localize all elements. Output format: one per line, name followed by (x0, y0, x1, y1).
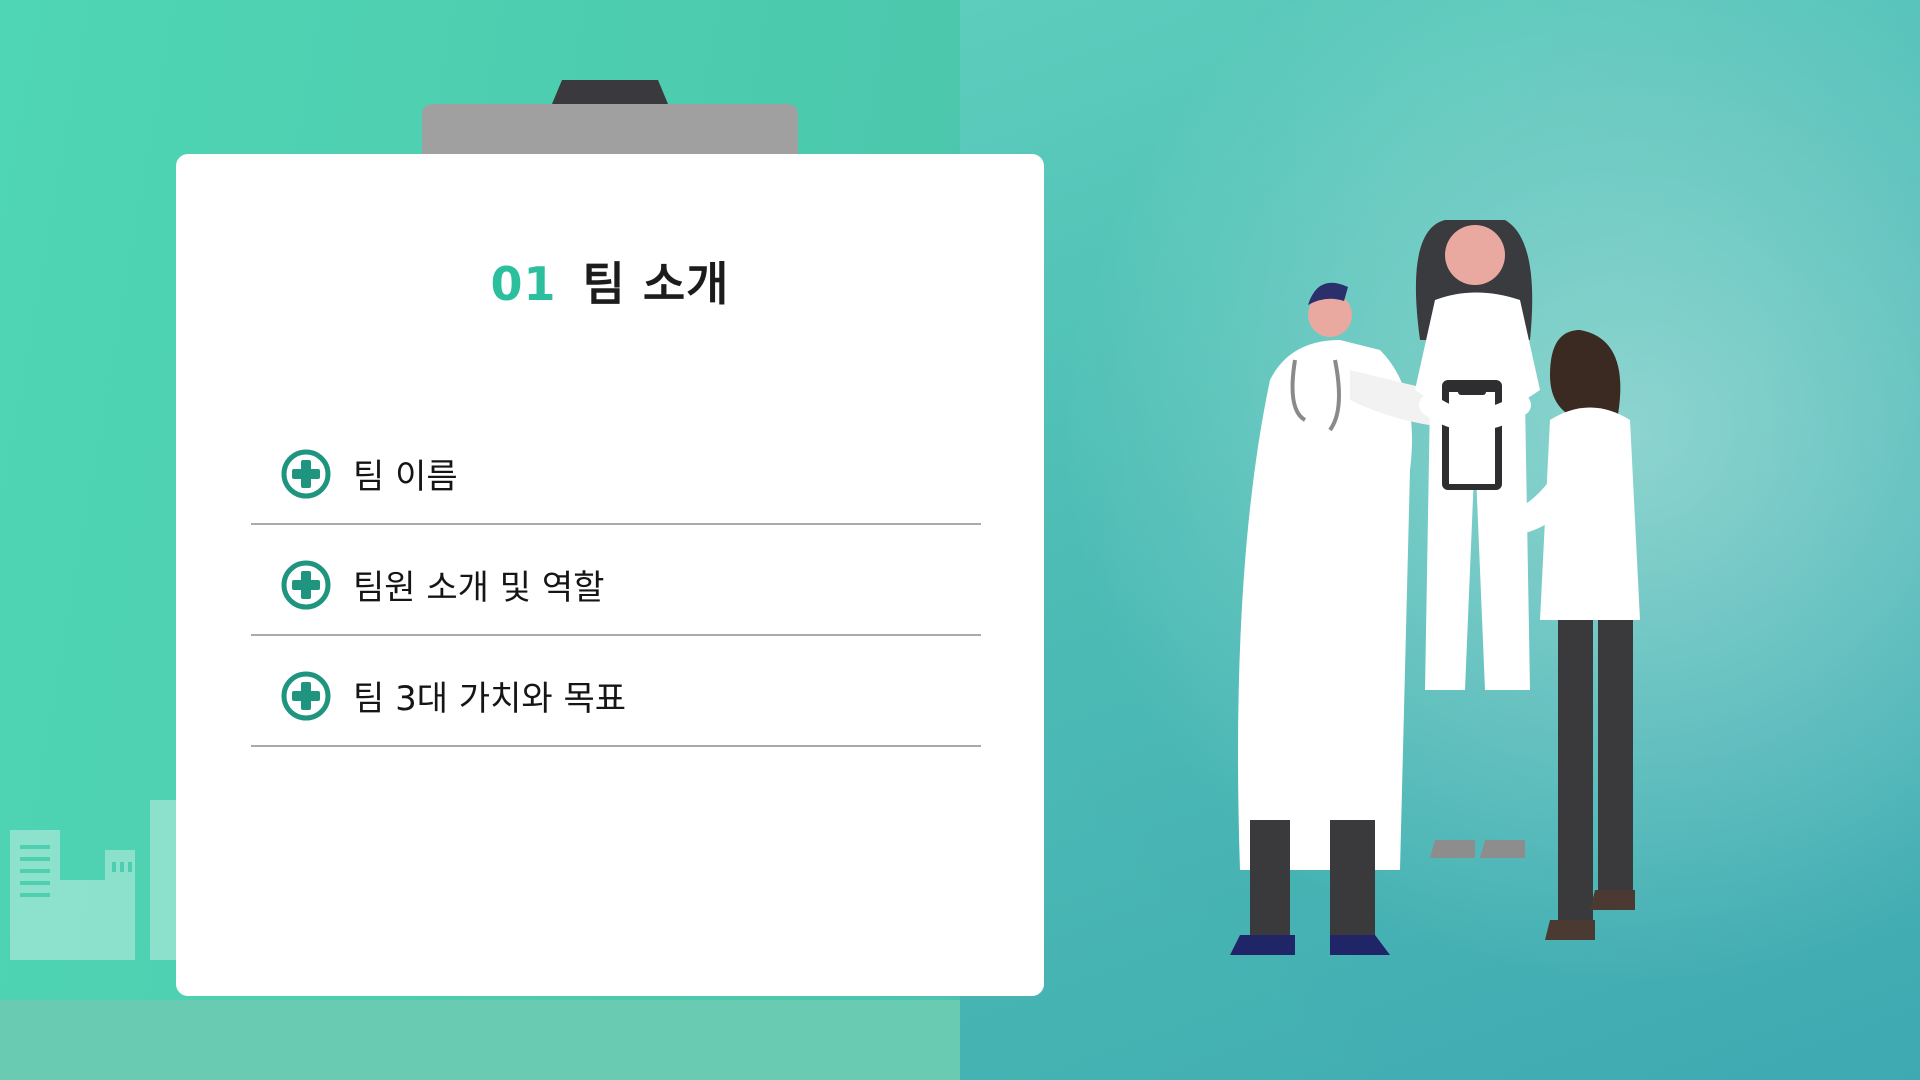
slide-title: 01 팀 소개 (176, 248, 1044, 314)
section-title: 팀 소개 (582, 257, 730, 311)
city-skyline-decoration (10, 800, 180, 960)
agenda-item-team-name[interactable]: 팀 이름 (251, 414, 981, 525)
agenda-item-members[interactable]: 팀원 소개 및 역할 (251, 525, 981, 636)
agenda-item-label: 팀 이름 (353, 457, 458, 497)
plus-circle-icon (281, 449, 331, 498)
background-band (0, 1000, 960, 1080)
agenda-item-label: 팀원 소개 및 역할 (353, 568, 605, 608)
plus-circle-icon (281, 671, 331, 720)
agenda-list: 팀 이름 팀원 소개 및 역할 팀 3대 가치와 목표 (251, 414, 981, 747)
plus-circle-icon (281, 560, 331, 609)
nurse-figure (1415, 220, 1540, 858)
agenda-item-values[interactable]: 팀 3대 가치와 목표 (251, 636, 981, 747)
clipboard-card: 01 팀 소개 팀 이름 팀원 소개 및 역할 팀 3대 가치와 목표 (176, 154, 1044, 996)
agenda-item-label: 팀 3대 가치와 목표 (353, 679, 627, 719)
medical-staff-illustration (1230, 220, 1640, 955)
section-number: 01 (490, 257, 557, 311)
